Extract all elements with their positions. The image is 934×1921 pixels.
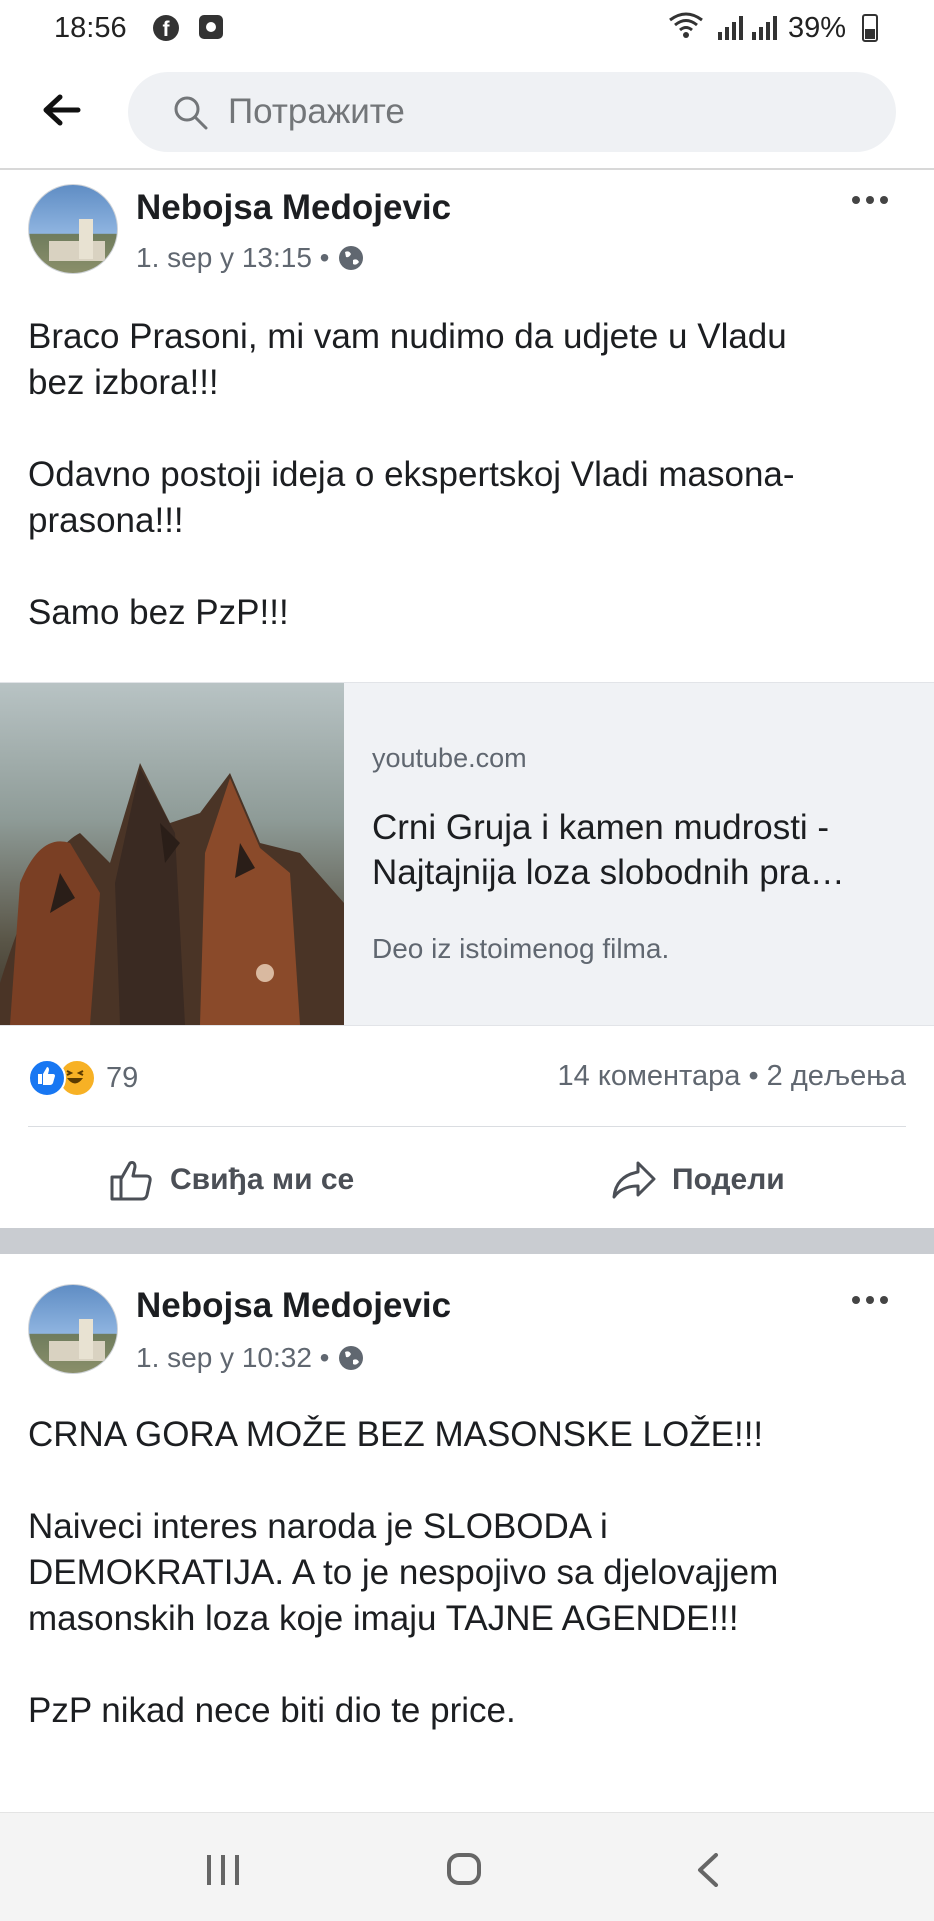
like-button[interactable]: Свиђа ми се (108, 1150, 354, 1210)
post-text-line: prasona!!! (28, 501, 184, 540)
reaction-count: 79 (106, 1061, 139, 1094)
recent-apps-icon[interactable] (205, 1855, 241, 1885)
share-button[interactable]: Подели (610, 1150, 785, 1210)
post-text-line: Samo bez PzP!!! (28, 593, 289, 632)
back-icon[interactable] (696, 1853, 720, 1887)
post-text-line: Naiveci interes naroda je SLOBODA i (28, 1507, 608, 1546)
search-header: Потражите (0, 58, 934, 170)
post-text-line: Braco Prasoni, mi vam nudimo da udjete u… (28, 317, 787, 356)
post-text-line: DEMOKRATIJA. A to je nespojivo sa djelov… (28, 1553, 779, 1592)
battery-percent: 39% (788, 12, 847, 44)
like-reaction-icon (28, 1059, 66, 1097)
signal-icon (752, 16, 777, 40)
avatar[interactable] (28, 1284, 118, 1374)
home-icon[interactable] (447, 1853, 481, 1885)
link-title: Crni Gruja i kamen mudrosti - Najtajnija… (372, 805, 912, 895)
like-button-label: Свиђа ми се (170, 1163, 355, 1196)
post-time[interactable]: 1. sep у 13:15 • (136, 242, 329, 274)
post-text-line: CRNA GORA MOŽE BEZ MASONSKE LOŽE!!! (28, 1415, 764, 1454)
signal-icon (718, 16, 743, 40)
post-text: CRNA GORA MOŽE BEZ MASONSKE LOŽE!!! Naiv… (28, 1412, 908, 1734)
app-icon (199, 15, 223, 39)
post-text-line: bez izbora!!! (28, 363, 219, 402)
system-nav-bar (0, 1812, 934, 1921)
post-text: Braco Prasoni, mi vam nudimo da udjete u… (28, 314, 908, 636)
post-text-line: PzP nikad nece biti dio te price. (28, 1691, 516, 1730)
post-author[interactable]: Nebojsa Medojevic (136, 188, 451, 228)
post-meta: 1. sep у 13:15 • (136, 242, 365, 274)
video-thumbnail (0, 683, 344, 1025)
battery-icon (862, 14, 878, 42)
feed-separator (0, 1228, 934, 1254)
search-placeholder: Потражите (228, 92, 405, 131)
more-options-icon[interactable] (850, 1290, 890, 1310)
post-meta: 1. sep у 10:32 • (136, 1342, 365, 1374)
status-bar: 18:56 f 39% (0, 0, 934, 58)
link-preview[interactable]: youtube.com Crni Gruja i kamen mudrosti … (0, 682, 934, 1026)
globe-icon (339, 246, 364, 270)
post-time[interactable]: 1. sep у 10:32 • (136, 1342, 329, 1374)
reactions-summary[interactable]: 79 (28, 1058, 138, 1098)
post-author[interactable]: Nebojsa Medojevic (136, 1286, 451, 1326)
post-text-line: masonskih loza koje imaju TAJNE AGENDE!!… (28, 1599, 739, 1638)
share-button-label: Подели (672, 1163, 785, 1196)
search-input[interactable]: Потражите (128, 72, 896, 152)
facebook-icon: f (153, 15, 179, 41)
comments-shares-count[interactable]: 14 коментара • 2 дељења (558, 1060, 906, 1093)
search-icon (174, 96, 208, 130)
divider (28, 1126, 906, 1127)
status-time: 18:56 (54, 12, 127, 44)
post-text-line: Odavno postoji ideja o ekspertskoj Vladi… (28, 455, 795, 494)
avatar[interactable] (28, 184, 118, 274)
wifi-icon (669, 12, 703, 38)
link-description: Deo iz istoimenog filma. (372, 933, 670, 964)
thumbs-up-icon (110, 1161, 152, 1201)
back-arrow-icon[interactable] (40, 88, 84, 132)
link-title-line: Crni Gruja i kamen mudrosti - (372, 808, 830, 847)
more-options-icon[interactable] (850, 190, 890, 210)
link-domain: youtube.com (372, 743, 527, 773)
share-arrow-icon (612, 1161, 656, 1199)
link-title-line: Najtajnija loza slobodnih pra… (372, 853, 845, 892)
globe-icon (339, 1346, 364, 1370)
